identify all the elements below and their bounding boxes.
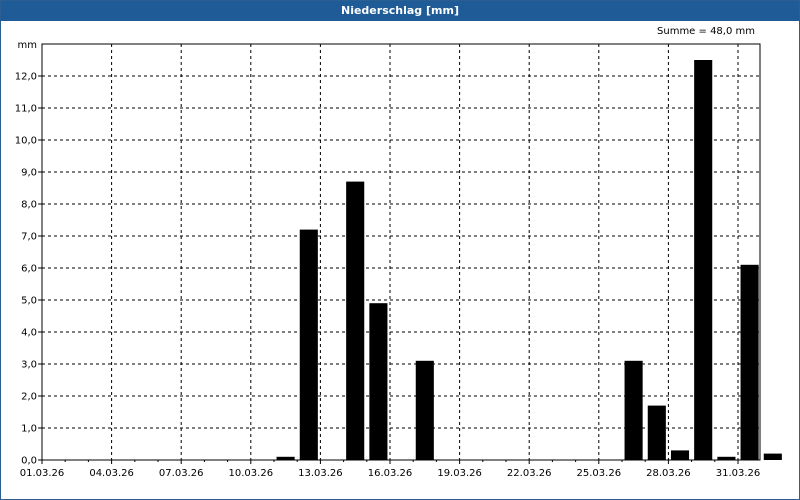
y-tick-label: 8,0 [21, 200, 37, 211]
axes [38, 43, 761, 464]
x-tick-label: 16.03.26 [368, 468, 413, 479]
x-tick-label: 13.03.26 [298, 468, 343, 479]
x-tick-label: 19.03.26 [437, 468, 482, 479]
x-tick-label: 28.03.26 [646, 468, 691, 479]
y-tick-label: 12,0 [15, 72, 37, 83]
y-tick-label: 7,0 [21, 232, 37, 243]
y-tick-label: 1,0 [21, 424, 37, 435]
precipitation-bar [346, 181, 365, 460]
precipitation-bar [694, 60, 713, 460]
precipitation-bar [415, 360, 434, 460]
precipitation-bar [647, 405, 666, 460]
y-tick-label: 3,0 [21, 360, 37, 371]
precipitation-bar [369, 303, 388, 460]
x-tick-label: 31.03.26 [716, 468, 761, 479]
x-tick-label: 04.03.26 [89, 468, 134, 479]
x-tick-label: 25.03.26 [577, 468, 622, 479]
y-tick-label: 0,0 [21, 456, 37, 467]
x-tick-label: 07.03.26 [159, 468, 204, 479]
precipitation-bar [740, 264, 759, 460]
y-tick-label: 11,0 [15, 104, 37, 115]
y-tick-label: 2,0 [21, 392, 37, 403]
precipitation-bar [763, 453, 782, 460]
precipitation-bar [670, 450, 690, 460]
y-tick-label: 10,0 [15, 136, 37, 147]
x-tick-label: 22.03.26 [507, 468, 552, 479]
precipitation-bar [299, 229, 318, 460]
x-tick-label: 01.03.26 [20, 468, 65, 479]
y-tick-label: 9,0 [21, 168, 37, 179]
precipitation-chart: 0,0 1,0 2,0 3,0 4,0 5,0 6,0 7,0 8,0 9,0 10,0 11,0 12… [15, 40, 782, 479]
y-axis-unit-label: mm [18, 40, 37, 51]
y-tick-label: 6,0 [21, 264, 37, 275]
y-tick-label: 4,0 [21, 328, 37, 339]
plot-border [41, 43, 761, 461]
x-tick-label: 10.03.26 [229, 468, 274, 479]
precipitation-bar [624, 360, 643, 460]
y-tick-label: 5,0 [21, 296, 37, 307]
grid-lines [42, 44, 760, 460]
